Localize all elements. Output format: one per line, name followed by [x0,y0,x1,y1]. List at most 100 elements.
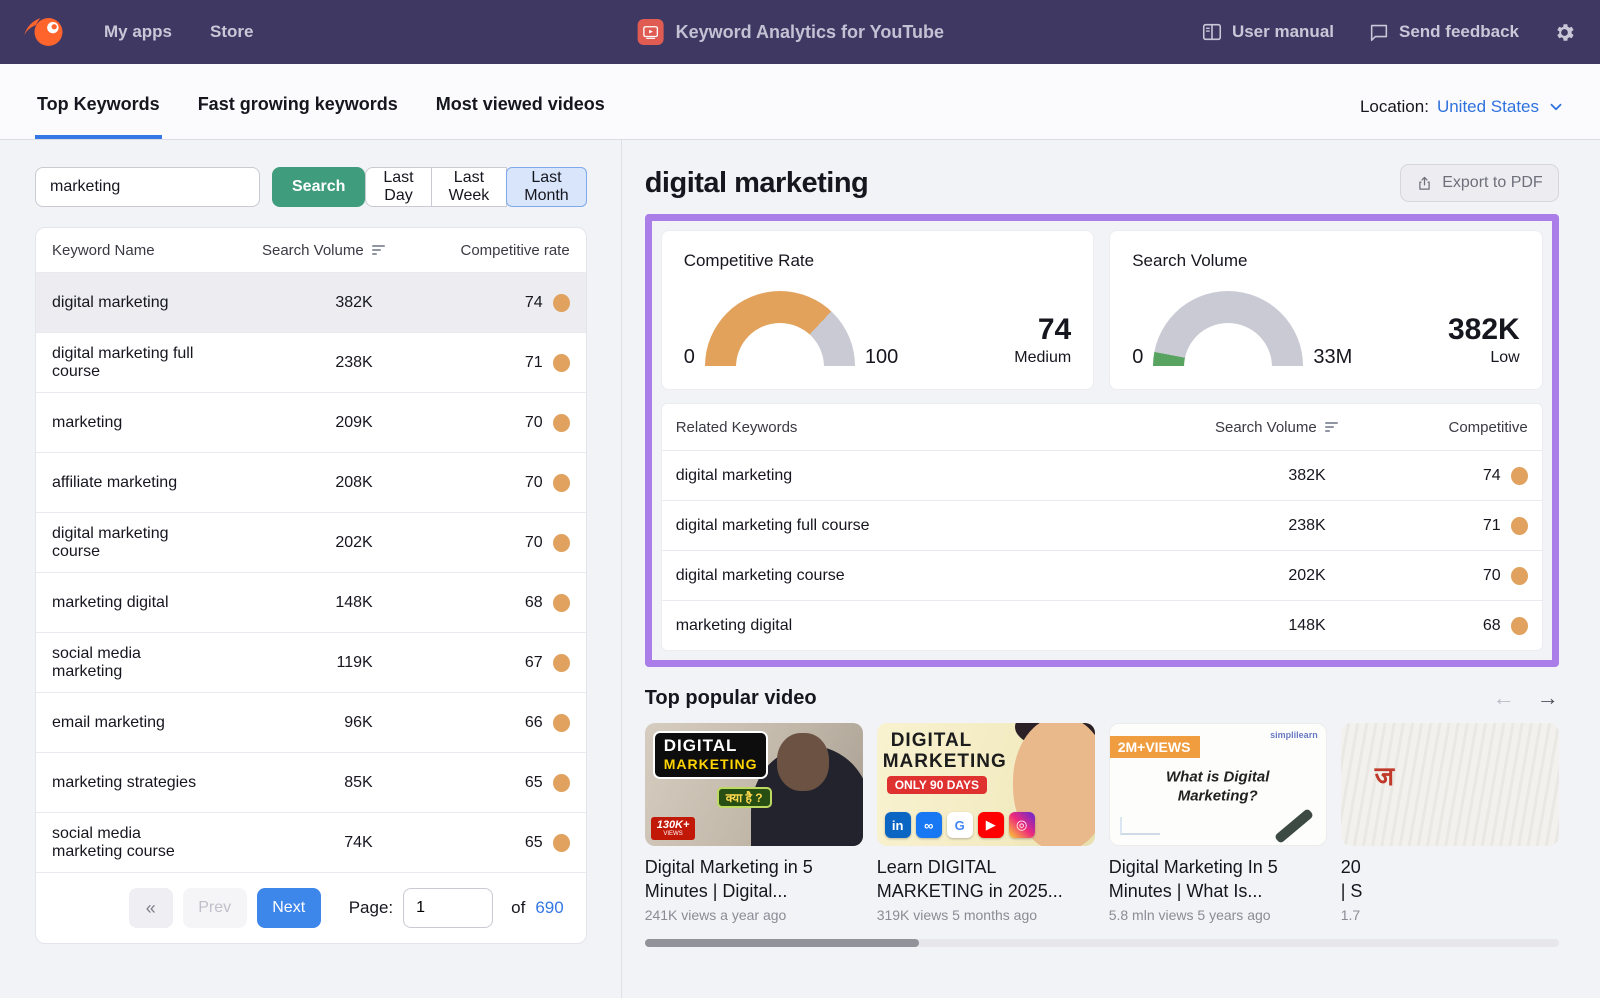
book-icon [1201,21,1223,43]
chevron-down-icon[interactable] [1547,98,1565,116]
column-search-volume-label: Search Volume [262,242,364,259]
video-card[interactable]: DIGITAL MARKETING ONLY 90 DAYS in ∞ G ▶ … [877,723,1095,923]
column-competitive-rate: Competitive rate [385,242,570,259]
send-feedback-button[interactable]: Send feedback [1368,21,1519,43]
carousel-next-arrow-icon[interactable]: → [1537,685,1559,711]
competitive-rate-dot [553,294,570,312]
meta-icon: ∞ [916,812,942,838]
competitive-rate-card: Competitive Rate 0 100 74 Medium [661,230,1095,390]
table-row[interactable]: marketing digital 148K 68 [36,572,586,632]
next-page-button[interactable]: Next [257,888,321,928]
semrush-logo[interactable] [24,14,66,50]
total-pages-link[interactable]: 690 [535,898,563,918]
competitive-rate-dot [553,774,570,792]
top-navigation-bar: My apps Store Keyword Analytics for YouT… [0,0,1600,64]
table-row[interactable]: social media marketing course 74K 65 [36,812,586,872]
tab-top-keywords[interactable]: Top Keywords [35,94,162,139]
volume-cell: 202K [1108,567,1338,585]
video-card[interactable]: 2M+VIEWS simplilearn What is Digital Mar… [1109,723,1327,923]
prev-page-button[interactable]: Prev [183,888,247,928]
topbar-right: User manual Send feedback [1201,21,1576,44]
thumb-text: What is Digital Marketing? [1131,767,1304,806]
competitive-rate-dot [1511,567,1528,585]
table-row[interactable]: digital marketing course 202K 70 [662,550,1542,600]
app-title: Keyword Analytics for YouTube [676,22,944,43]
rate-cell: 65 [525,774,543,792]
gauge-title: Search Volume [1132,251,1520,271]
settings-gear-icon[interactable] [1553,21,1576,44]
keyword-cell: digital marketing [676,467,1108,485]
table-row[interactable]: marketing 209K 70 [36,392,586,452]
user-manual-button[interactable]: User manual [1201,21,1334,43]
first-page-button[interactable]: « [129,888,173,928]
rate-cell: 70 [525,534,543,552]
video-card[interactable]: DIGITAL MARKETING क्या है ? 130K+VIEWS D… [645,723,863,923]
scrollbar-thumb[interactable] [645,939,919,947]
location-selector[interactable]: United States [1437,97,1539,117]
filter-last-day[interactable]: Last Day [365,167,431,207]
table-row[interactable]: digital marketing 382K 74 [662,450,1542,500]
table-row[interactable]: digital marketing 382K 74 [36,272,586,332]
keyword-cell: digital marketing course [52,525,205,561]
filter-last-week[interactable]: Last Week [431,167,508,207]
keyword-search-input[interactable] [35,167,260,207]
top-popular-video-heading: Top popular video [645,687,817,710]
filter-last-month[interactable]: Last Month [506,167,586,207]
export-icon [1416,175,1433,192]
sort-descending-icon[interactable] [1325,422,1338,432]
google-icon: G [947,812,973,838]
search-button[interactable]: Search [272,167,365,207]
column-keyword-name: Keyword Name [52,242,205,259]
volume-cell: 148K [205,594,385,612]
search-volume-gauge [1153,291,1303,367]
tab-fast-growing-keywords[interactable]: Fast growing keywords [196,94,400,139]
table-row[interactable]: digital marketing course 202K 70 [36,512,586,572]
thumb-text: DIGITAL [664,736,758,756]
volume-cell: 382K [1108,467,1338,485]
page-number-input[interactable] [403,888,493,928]
video-card[interactable]: ज 20 | S 1.7 [1341,723,1559,923]
table-row[interactable]: affiliate marketing 208K 70 [36,452,586,512]
table-row[interactable]: social media marketing 119K 67 [36,632,586,692]
volume-cell: 96K [205,714,385,732]
column-search-volume[interactable]: Search Volume [1108,419,1338,436]
time-filter-group: Last Day Last Week Last Month [365,167,586,207]
table-row[interactable]: digital marketing full course 238K 71 [662,500,1542,550]
table-row[interactable]: email marketing 96K 66 [36,692,586,752]
rate-cell: 74 [525,294,543,312]
keyword-cell: digital marketing [52,294,205,312]
nav-my-apps[interactable]: My apps [104,22,172,42]
table-row[interactable]: marketing digital 148K 68 [662,600,1542,650]
competitive-rate-dot [553,714,570,732]
thumb-brand: simplilearn [1270,730,1318,740]
competitive-rate-dot [553,834,570,852]
volume-cell: 209K [205,414,385,432]
volume-cell: 85K [205,774,385,792]
competitive-rate-dot [1511,617,1528,635]
instagram-icon: ◎ [1009,812,1035,838]
video-title: 20 [1341,857,1361,877]
horizontal-scrollbar[interactable] [645,939,1559,947]
video-title: | S [1341,881,1363,901]
export-to-pdf-button[interactable]: Export to PDF [1400,164,1558,202]
selected-keyword-title: digital marketing [645,167,869,200]
video-thumbnail: DIGITAL MARKETING ONLY 90 DAYS in ∞ G ▶ … [877,723,1095,846]
column-search-volume[interactable]: Search Volume [205,242,385,259]
carousel-prev-arrow-icon[interactable]: ← [1493,685,1515,711]
youtube-app-icon [638,19,664,45]
topbar-left: My apps Store [24,14,254,50]
table-row[interactable]: digital marketing full course 238K 71 [36,332,586,392]
rate-cell: 66 [525,714,543,732]
rate-cell: 67 [525,654,543,672]
table-row[interactable]: marketing strategies 85K 65 [36,752,586,812]
gauge-level: Low [1448,349,1520,367]
user-manual-label: User manual [1232,22,1334,42]
nav-store[interactable]: Store [210,22,253,42]
export-label: Export to PDF [1442,174,1542,192]
sort-descending-icon[interactable] [372,245,385,255]
tab-most-viewed-videos[interactable]: Most viewed videos [434,94,607,139]
keyword-cell: digital marketing full course [676,517,1108,535]
location-label: Location: [1360,97,1429,117]
keywords-table: Keyword Name Search Volume Competitive r… [35,227,587,944]
video-meta: 241K views a year ago [645,907,863,923]
